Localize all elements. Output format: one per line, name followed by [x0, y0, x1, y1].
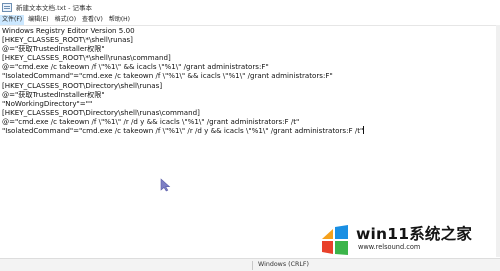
- site-watermark: win11系统之家 www.relsound.com: [314, 221, 500, 258]
- editor-line: @="获取TrustedInstaller权限": [2, 89, 105, 99]
- menu-format[interactable]: 格式(O): [53, 15, 78, 25]
- status-bar: Windows (CRLF): [0, 258, 500, 271]
- editor-line: [HKEY_CLASSES_ROOT\*\shell\runas]: [2, 35, 133, 45]
- editor-line: [HKEY_CLASSES_ROOT\Directory\shell\runas…: [2, 107, 200, 117]
- menu-help[interactable]: 帮助(H): [107, 15, 132, 25]
- editor-line: [HKEY_CLASSES_ROOT\*\shell\runas\command…: [2, 53, 171, 63]
- editor-line: "IsolatedCommand"="cmd.exe /c takeown /f…: [2, 71, 333, 81]
- menu-file[interactable]: 文件(F): [0, 14, 25, 25]
- watermark-title: win11系统之家: [356, 225, 473, 243]
- title-bar: 新建文本文档.txt - 记事本: [0, 0, 500, 14]
- editor-line: @="cmd.exe /c takeown /f \"%1\" /r /d y …: [2, 116, 300, 126]
- window-title: 新建文本文档.txt - 记事本: [16, 4, 92, 12]
- editor-line: "IsolatedCommand"="cmd.exe /c takeown /f…: [2, 126, 365, 136]
- text-caret: [363, 126, 365, 135]
- editor-line: Windows Registry Editor Version 5.00: [2, 26, 135, 35]
- editor-line: @="获取TrustedInstaller权限": [2, 44, 105, 54]
- editor-line: "NoWorkingDirectory"="": [2, 98, 93, 108]
- status-divider: [252, 261, 253, 270]
- mouse-pointer-icon: [160, 178, 171, 192]
- menu-view[interactable]: 查看(V): [80, 15, 105, 25]
- menu-bar: 文件(F) 编辑(E) 格式(O) 查看(V) 帮助(H): [0, 14, 500, 25]
- notepad-icon: [2, 2, 12, 12]
- editor-line: [HKEY_CLASSES_ROOT\Directory\shell\runas…: [2, 80, 163, 90]
- editor-line: @="cmd.exe /c takeown /f \"%1\" && icacl…: [2, 62, 269, 72]
- watermark-url: www.relsound.com: [358, 243, 421, 251]
- win11-logo-icon: [322, 225, 348, 255]
- menu-edit[interactable]: 编辑(E): [26, 15, 50, 25]
- line-ending-status: Windows (CRLF): [258, 261, 309, 268]
